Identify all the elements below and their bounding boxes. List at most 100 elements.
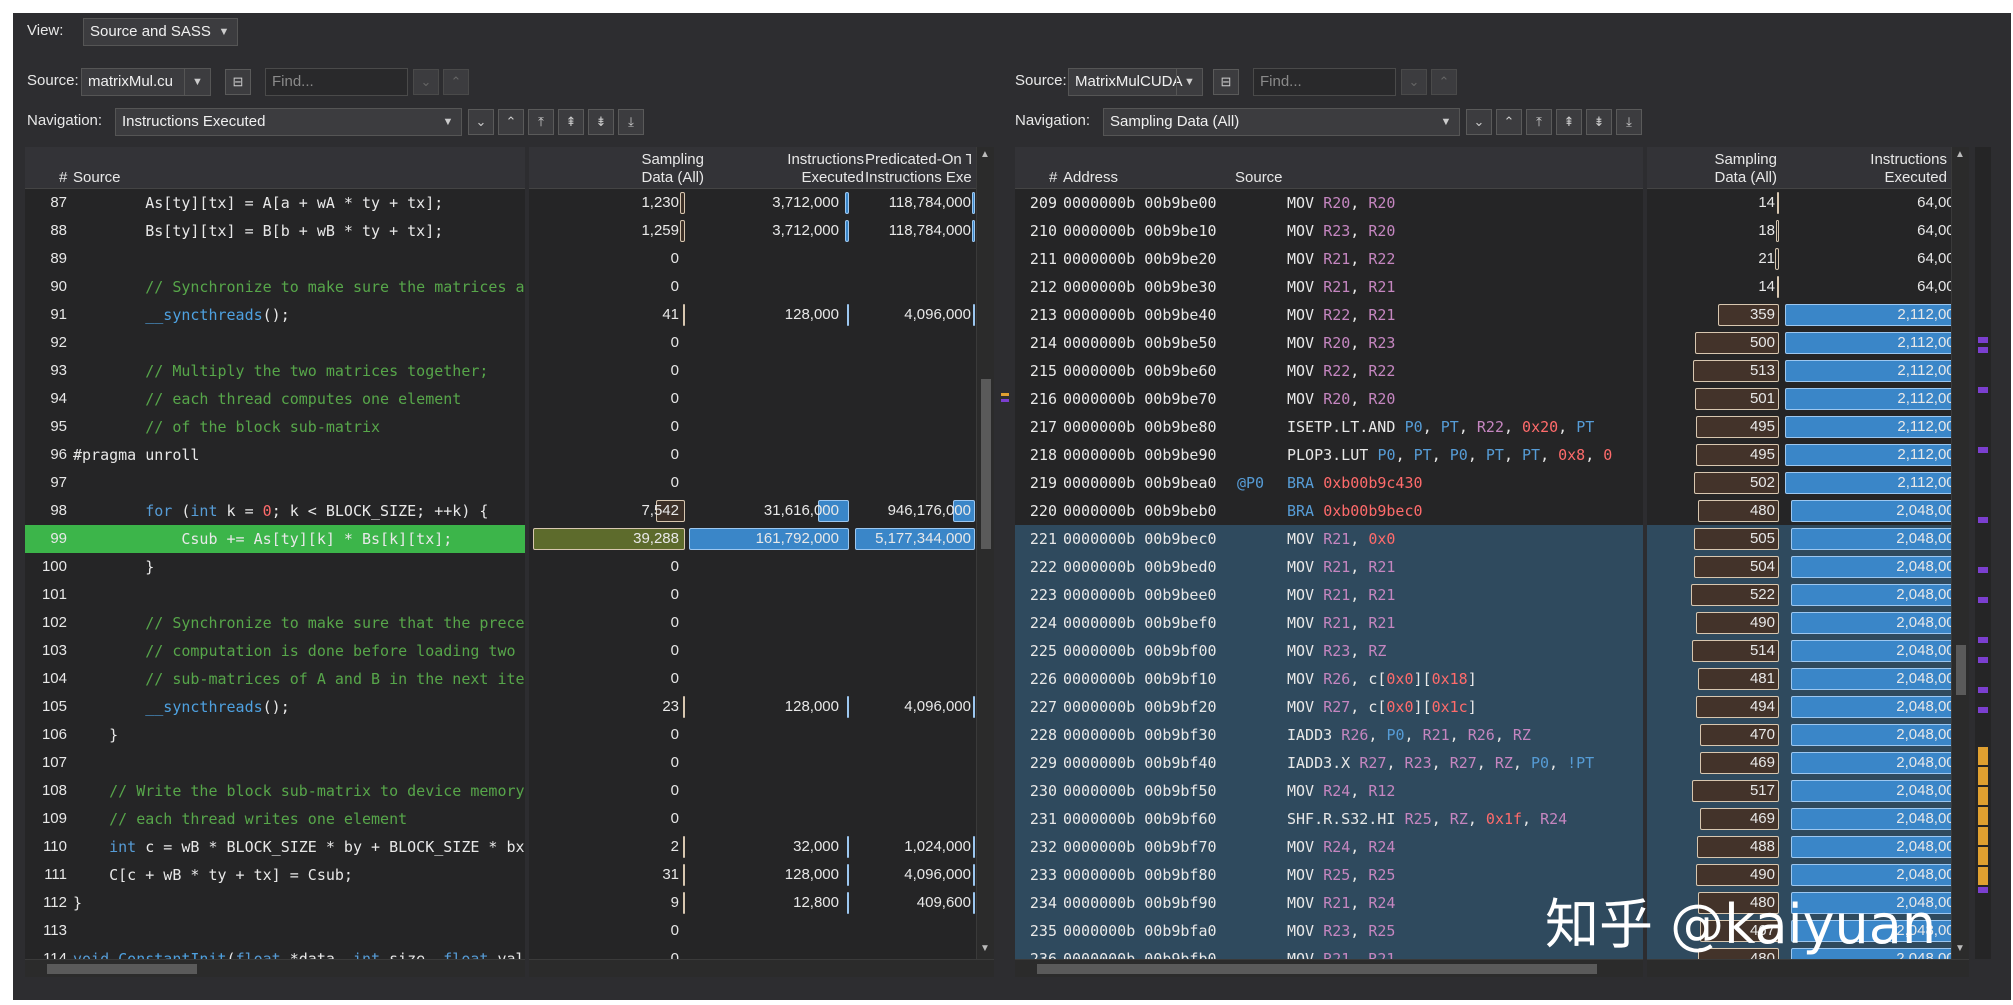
collapse-icon[interactable]: ⊟ [1213,69,1239,95]
metric-row[interactable]: 41 128,000 4,096,000 [529,301,976,329]
metric-row[interactable]: 470 2,048,000 [1647,721,1951,749]
metric-row[interactable]: 0 [529,777,976,805]
source-line[interactable]: 97 [25,469,525,497]
left-source-hscrollbar[interactable] [25,959,525,977]
source-line[interactable]: 106 } [25,721,525,749]
source-line[interactable]: 108 // Write the block sub-matrix to dev… [25,777,525,805]
jump-top-icon[interactable]: ⤒ [1526,109,1552,135]
jump-bottom-icon[interactable]: ⤓ [1616,109,1642,135]
metric-row[interactable]: 0 [529,469,976,497]
metric-row[interactable]: 0 [529,665,976,693]
source-line[interactable]: 98 for (int k = 0; k < BLOCK_SIZE; ++k) … [25,497,525,525]
heatmap-overview-strip[interactable] [1975,147,1991,959]
source-line[interactable]: 92 [25,329,525,357]
metric-row[interactable]: 0 [529,441,976,469]
metric-row[interactable]: 0 [529,637,976,665]
metric-row[interactable]: 522 2,048,000 [1647,581,1951,609]
metric-row[interactable]: 0 [529,721,976,749]
source-header[interactable]: Source [1235,169,1283,187]
metric-row[interactable]: 359 2,112,000 [1647,301,1951,329]
metric-row[interactable]: 14 64,000 [1647,189,1951,217]
source-line[interactable]: 111 C[c + wB * ty + tx] = Csub; [25,861,525,889]
right-metrics-hscrollbar[interactable] [1647,959,1969,977]
sass-line[interactable]: 213 0000000b 00b9be40 MOV R22, R21 [1015,301,1643,329]
source-line[interactable]: 89 [25,245,525,273]
source-line[interactable]: 101 [25,581,525,609]
source-line[interactable]: 90 // Synchronize to make sure the matri… [25,273,525,301]
metric-row[interactable]: 18 64,000 [1647,217,1951,245]
metric-row[interactable]: 21 64,000 [1647,245,1951,273]
metric-row[interactable]: 0 [529,581,976,609]
metric-row[interactable]: 0 [529,329,976,357]
sass-line[interactable]: 230 0000000b 00b9bf50 MOV R24, R12 [1015,777,1643,805]
jump-high-icon[interactable]: ⇞ [558,109,584,135]
scroll-thumb[interactable] [1037,964,1597,974]
nav-next-icon[interactable]: ⌄ [468,109,494,135]
source-header[interactable]: Source [73,169,121,187]
source-line[interactable]: 113 [25,917,525,945]
predicated-header[interactable]: Predicated-On ThreadInstructions Execute… [865,151,971,187]
metric-row[interactable]: 0 [529,749,976,777]
find-prev-icon[interactable]: ⌃ [1431,69,1457,95]
sass-line[interactable]: 225 0000000b 00b9bf00 MOV R23, RZ [1015,637,1643,665]
right-metrics-vscrollbar[interactable]: ▲ ▼ [1951,147,1969,959]
left-nav-combobox[interactable]: Instructions Executed ▼ [115,108,462,136]
metric-row[interactable]: 469 2,048,000 [1647,749,1951,777]
metric-row[interactable]: 500 2,112,000 [1647,329,1951,357]
metric-row[interactable]: 0 [529,357,976,385]
scroll-up-icon[interactable]: ▲ [1955,149,1965,160]
metric-row[interactable]: 1,259 3,712,000 118,784,000 [529,217,976,245]
sass-line[interactable]: 228 0000000b 00b9bf30 IADD3 R26, P0, R21, R… [1015,721,1643,749]
metric-row[interactable]: 469 2,048,000 [1647,805,1951,833]
left-metrics-hscrollbar[interactable] [529,959,994,977]
left-find-input[interactable]: Find... [265,68,408,96]
sampling-header[interactable]: Sampling Data (All) [589,151,704,187]
sass-line[interactable]: 215 0000000b 00b9be60 MOV R22, R22 [1015,357,1643,385]
right-source-combobox[interactable]: MatrixMulCUDA ▼ [1068,68,1203,96]
source-line[interactable]: 100 } [25,553,525,581]
metric-row[interactable]: 502 2,112,000 [1647,469,1951,497]
nav-next-icon[interactable]: ⌄ [1466,109,1492,135]
source-line[interactable]: 94 // each thread computes one element [25,385,525,413]
metric-row[interactable]: 0 [529,385,976,413]
metric-row[interactable]: 0 [529,553,976,581]
source-line[interactable]: 93 // Multiply the two matrices together… [25,357,525,385]
sass-line[interactable]: 212 0000000b 00b9be30 MOV R21, R21 [1015,273,1643,301]
metric-row[interactable]: 9 12,800 409,600 [529,889,976,917]
instructions-header[interactable]: Instructions Executed [729,151,864,187]
sass-line[interactable]: 229 0000000b 00b9bf40 IADD3.X R27, R23, R27… [1015,749,1643,777]
address-header[interactable]: Address [1063,169,1118,187]
sass-line[interactable]: 219 0000000b 00b9bea0 @P0 BRA 0xb00b9c430 [1015,469,1643,497]
scroll-up-icon[interactable]: ▲ [980,149,990,160]
source-line[interactable]: 112} [25,889,525,917]
metric-row[interactable]: 501 2,112,000 [1647,385,1951,413]
source-line[interactable]: 107 [25,749,525,777]
left-metrics-vscrollbar[interactable]: ▲ ▼ [976,147,994,959]
left-source-combobox[interactable]: matrixMul.cu ▼ [81,68,211,96]
jump-bottom-icon[interactable]: ⤓ [618,109,644,135]
source-line[interactable]: 105 __syncthreads(); [25,693,525,721]
right-sass-hscrollbar[interactable] [1015,959,1643,977]
sass-line[interactable]: 218 0000000b 00b9be90 PLOP3.LUT P0, PT, P0,… [1015,441,1643,469]
sass-line[interactable]: 224 0000000b 00b9bef0 MOV R21, R21 [1015,609,1643,637]
right-nav-combobox[interactable]: Sampling Data (All) ▼ [1103,108,1460,136]
nav-prev-icon[interactable]: ⌃ [1496,109,1522,135]
collapse-icon[interactable]: ⊟ [225,69,251,95]
source-line[interactable]: 87 As[ty][tx] = A[a + wA * ty + tx]; [25,189,525,217]
metric-row[interactable]: 494 2,048,000 [1647,693,1951,721]
source-line[interactable]: 110 int c = wB * BLOCK_SIZE * by + BLOCK… [25,833,525,861]
sass-line[interactable]: 222 0000000b 00b9bed0 MOV R21, R21 [1015,553,1643,581]
source-line[interactable]: 109 // each thread writes one element [25,805,525,833]
sass-line[interactable]: 211 0000000b 00b9be20 MOV R21, R22 [1015,245,1643,273]
sass-line[interactable]: 220 0000000b 00b9beb0 BRA 0xb00b9bec0 [1015,497,1643,525]
metric-row[interactable]: 2 32,000 1,024,000 [529,833,976,861]
metric-row[interactable]: 517 2,048,000 [1647,777,1951,805]
instructions-header[interactable]: Instructions Executed [1797,151,1947,187]
find-prev-icon[interactable]: ⌃ [443,69,469,95]
sass-line[interactable]: 217 0000000b 00b9be80 ISETP.LT.AND P0, PT, … [1015,413,1643,441]
scroll-thumb[interactable] [1956,645,1966,695]
sampling-header[interactable]: Sampling Data (All) [1647,151,1777,187]
metric-row[interactable]: 504 2,048,000 [1647,553,1951,581]
source-line[interactable]: 95 // of the block sub-matrix [25,413,525,441]
metric-row[interactable]: 495 2,112,000 [1647,413,1951,441]
